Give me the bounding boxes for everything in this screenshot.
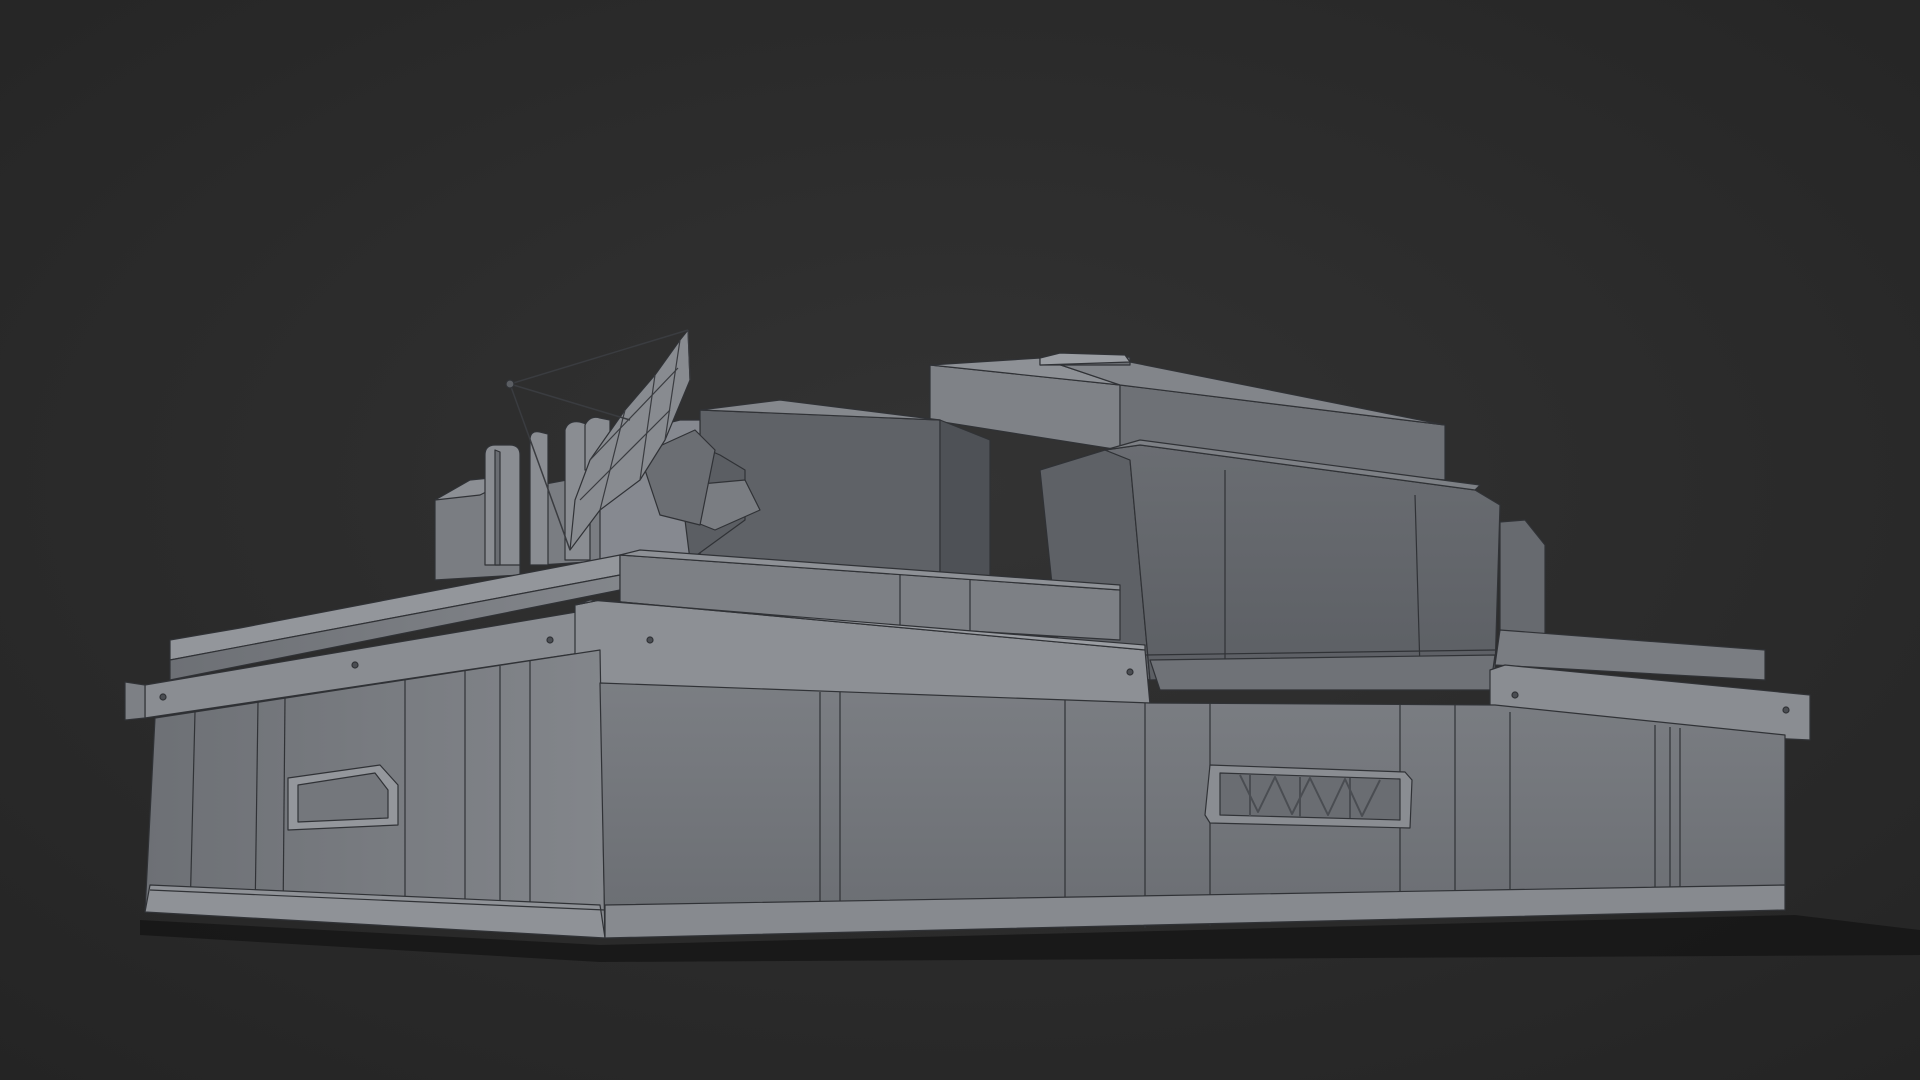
right-grille: [1204, 764, 1413, 829]
render-viewport: [0, 0, 1920, 1080]
scene-render: [0, 0, 1920, 1080]
